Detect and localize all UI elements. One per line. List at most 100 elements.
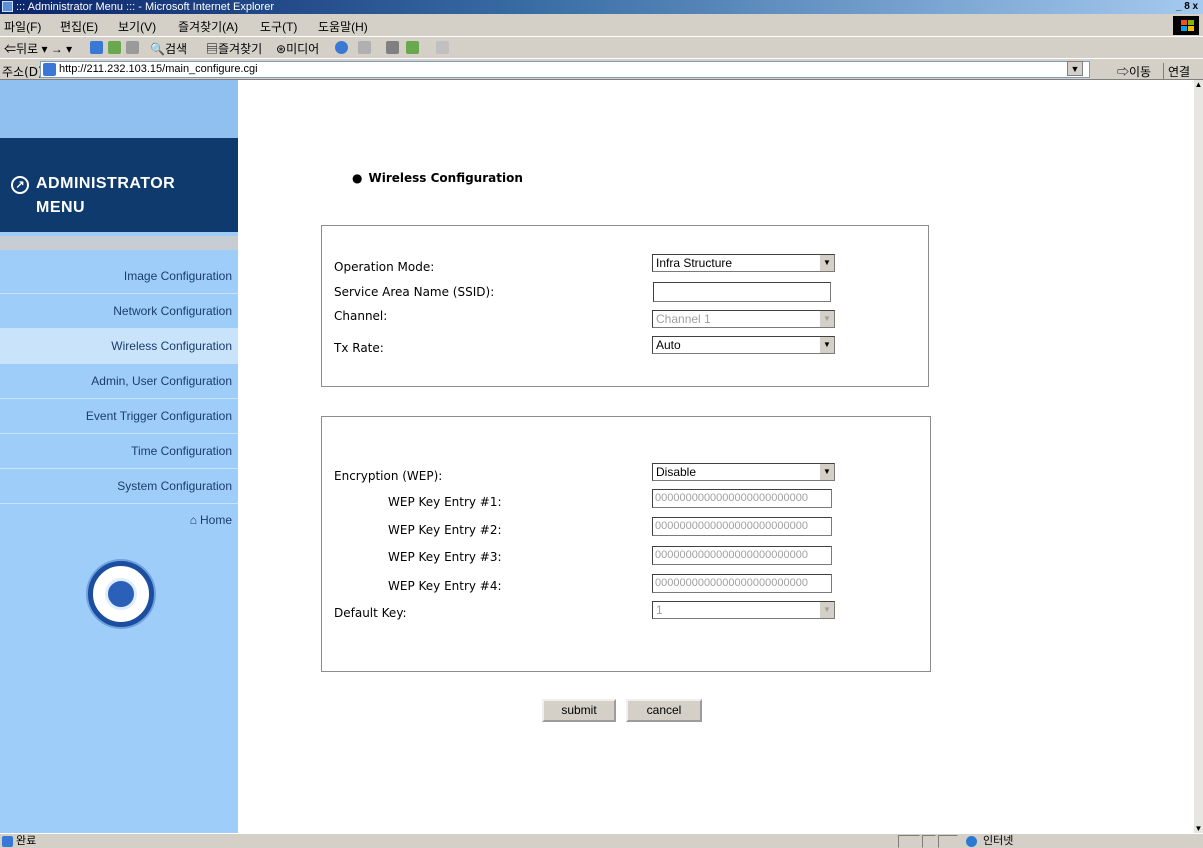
- sidebar: ↗ ADMINISTRATOR MENU Image Configuration…: [0, 80, 238, 833]
- tx-rate-value: Auto: [656, 338, 681, 352]
- default-key-label: Default Key:: [334, 606, 407, 620]
- go-button[interactable]: ⇨이동: [1117, 63, 1151, 80]
- default-key-select[interactable]: 1 ▼: [652, 601, 835, 619]
- sidebar-item-admin-user[interactable]: Admin, User Configuration: [0, 364, 238, 399]
- menu-file[interactable]: 파일(F): [4, 18, 41, 35]
- cancel-button[interactable]: cancel: [626, 699, 702, 722]
- chevron-down-icon: ▼: [819, 602, 834, 618]
- operation-mode-select[interactable]: Infra Structure ▼: [652, 254, 835, 272]
- vertical-scrollbar[interactable]: ▲ ▼: [1194, 80, 1203, 833]
- channel-select[interactable]: Channel 1 ▼: [652, 310, 835, 328]
- wep-key2-label: WEP Key Entry #2:: [388, 523, 502, 537]
- channel-value: Channel 1: [656, 312, 711, 326]
- refresh-icon[interactable]: [108, 41, 121, 54]
- sidebar-top-band: [0, 80, 238, 138]
- camera-logo-inner: [105, 578, 137, 610]
- chevron-down-icon: ▼: [819, 255, 834, 271]
- security-zone: 인터넷: [983, 835, 1014, 847]
- menu-help[interactable]: 도움말(H): [318, 18, 368, 35]
- tx-rate-label: Tx Rate:: [334, 341, 384, 355]
- back-button[interactable]: ⇐뒤로 ▾ → ▾: [4, 40, 72, 57]
- go-label: 이동: [1129, 65, 1152, 79]
- page-title: Wireless Configuration: [368, 171, 523, 185]
- channel-label: Channel:: [334, 309, 388, 323]
- home-label: Home: [199, 513, 232, 527]
- address-dropdown-icon[interactable]: ▼: [1067, 61, 1083, 76]
- back-label: 뒤로: [16, 42, 39, 56]
- encryption-label: Encryption (WEP):: [334, 469, 443, 483]
- ie-icon: [2, 1, 13, 12]
- edit-icon[interactable]: [406, 41, 419, 54]
- operation-mode-value: Infra Structure: [656, 256, 733, 270]
- wep-key4-input[interactable]: 0000000000000000000000000: [652, 574, 832, 593]
- bullet-icon: ●: [352, 171, 363, 185]
- home-icon: ⌂: [189, 513, 197, 527]
- window-title: ::: Administrator Menu ::: - Microsoft I…: [16, 1, 274, 13]
- sidebar-item-system[interactable]: System Configuration: [0, 469, 238, 504]
- history-icon[interactable]: [335, 41, 348, 54]
- chevron-down-icon: ▼: [819, 337, 834, 353]
- page-status-icon: [2, 836, 13, 847]
- search-button[interactable]: 🔍검색: [150, 40, 187, 57]
- menu-edit[interactable]: 편집(E): [60, 18, 98, 35]
- scroll-down-icon[interactable]: ▼: [1194, 824, 1203, 833]
- wireless-settings-box: [321, 225, 929, 387]
- address-label: 주소(D): [2, 65, 43, 79]
- encryption-select[interactable]: Disable ▼: [652, 463, 835, 481]
- sidebar-home-link[interactable]: ⌂ Home: [0, 505, 238, 535]
- address-input[interactable]: http://211.232.103.15/main_configure.cgi: [40, 61, 1090, 78]
- tx-rate-select[interactable]: Auto ▼: [652, 336, 835, 354]
- links-button[interactable]: 연결: [1163, 63, 1190, 80]
- sidebar-item-network[interactable]: Network Configuration: [0, 294, 238, 329]
- menu-bar: 파일(F) 편집(E) 보기(V) 즐겨찾기(A) 도구(T) 도움말(H): [0, 14, 1203, 36]
- window-title-bar: ::: Administrator Menu ::: - Microsoft I…: [0, 0, 1203, 14]
- menu-favorites[interactable]: 즐겨찾기(A): [178, 18, 238, 35]
- chevron-down-icon: ▼: [819, 311, 834, 327]
- ssid-input[interactable]: [653, 282, 831, 302]
- media-button[interactable]: ⊛미디어: [276, 40, 319, 57]
- scroll-up-icon[interactable]: ▲: [1194, 80, 1203, 89]
- discuss-icon[interactable]: [436, 41, 449, 54]
- page-heading: ● Wireless Configuration: [352, 171, 523, 185]
- operation-mode-label: Operation Mode:: [334, 260, 435, 274]
- wep-key1-input[interactable]: 0000000000000000000000000: [652, 489, 832, 508]
- submit-button[interactable]: submit: [542, 699, 616, 722]
- sidebar-header: ↗ ADMINISTRATOR MENU: [0, 138, 238, 232]
- encryption-settings-box: [321, 416, 931, 672]
- toolbar: ⇐뒤로 ▾ → ▾ 🔍검색 ▤즐겨찾기 ⊛미디어: [0, 36, 1203, 58]
- menu-view[interactable]: 보기(V): [118, 18, 156, 35]
- wep-key3-label: WEP Key Entry #3:: [388, 550, 502, 564]
- globe-icon: [966, 836, 977, 847]
- mail-icon[interactable]: [358, 41, 371, 54]
- sidebar-item-image[interactable]: Image Configuration: [0, 259, 238, 294]
- encryption-value: Disable: [656, 465, 697, 479]
- favorites-button[interactable]: ▤즐겨찾기: [206, 40, 262, 57]
- sidebar-item-event-trigger[interactable]: Event Trigger Configuration: [0, 399, 238, 434]
- home-icon[interactable]: [126, 41, 139, 54]
- ssid-label: Service Area Name (SSID):: [334, 285, 495, 299]
- print-icon[interactable]: [386, 41, 399, 54]
- sidebar-title-line1: ADMINISTRATOR: [36, 175, 176, 192]
- status-cell: [938, 835, 958, 848]
- status-cell: [922, 835, 936, 848]
- stop-icon[interactable]: [90, 41, 103, 54]
- page-content: ↗ ADMINISTRATOR MENU Image Configuration…: [0, 80, 1194, 833]
- menu-tools[interactable]: 도구(T): [260, 18, 297, 35]
- window-controls[interactable]: _ 8 x: [1173, 1, 1201, 13]
- windows-logo-icon: [1173, 16, 1199, 35]
- arrow-circle-icon: ↗: [11, 176, 29, 194]
- status-bar: 완료 인터넷: [0, 833, 1203, 848]
- default-key-value: 1: [656, 603, 663, 617]
- favorites-label: 즐겨찾기: [218, 42, 263, 56]
- address-url: http://211.232.103.15/main_configure.cgi: [59, 63, 258, 75]
- sidebar-separator: [0, 236, 238, 250]
- sidebar-item-time[interactable]: Time Configuration: [0, 434, 238, 469]
- sidebar-title-line2: MENU: [36, 199, 86, 216]
- wep-key4-label: WEP Key Entry #4:: [388, 579, 502, 593]
- wep-key2-input[interactable]: 0000000000000000000000000: [652, 517, 832, 536]
- chevron-down-icon: ▼: [819, 464, 834, 480]
- search-label: 검색: [164, 42, 188, 56]
- wep-key3-input[interactable]: 0000000000000000000000000: [652, 546, 832, 565]
- sidebar-item-wireless[interactable]: Wireless Configuration: [0, 329, 238, 364]
- camera-logo-icon: [88, 561, 154, 627]
